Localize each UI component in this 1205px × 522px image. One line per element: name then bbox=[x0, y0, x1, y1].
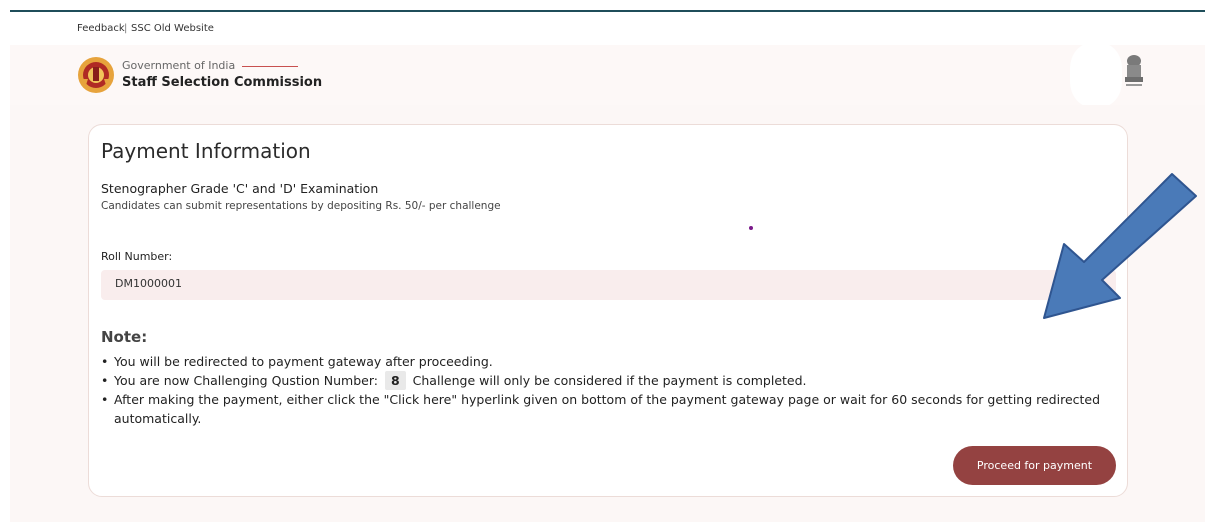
roll-number-label: Roll Number: bbox=[101, 250, 173, 263]
note-text-redirect: You will be redirected to payment gatewa… bbox=[114, 354, 493, 369]
top-rule bbox=[10, 10, 1205, 12]
top-utility-bar: Feedback | SSC Old Website bbox=[10, 13, 1205, 45]
page-title: Payment Information bbox=[101, 139, 311, 163]
annotation-arrow bbox=[1043, 173, 1197, 319]
note-text-question-pre: You are now Challenging Qustion Number: bbox=[114, 373, 378, 388]
staff-selection-commission-text: Staff Selection Commission bbox=[122, 75, 323, 90]
fee-note: Candidates can submit representations by… bbox=[101, 200, 501, 212]
note-heading: Note: bbox=[101, 328, 148, 346]
question-number-badge: 8 bbox=[384, 371, 406, 390]
org-decor-line bbox=[242, 66, 298, 67]
note-text-question-post: Challenge will only be considered if the… bbox=[412, 373, 807, 388]
ssc-logo-icon[interactable] bbox=[76, 55, 116, 95]
feedback-link[interactable]: Feedback bbox=[77, 23, 125, 34]
payment-card bbox=[88, 124, 1128, 497]
note-bullet-redirect: • You will be redirected to payment gatew… bbox=[101, 354, 493, 369]
screen-glare bbox=[1070, 43, 1122, 107]
note-text-after-payment-line2: automatically. bbox=[114, 411, 202, 426]
note-text-after-payment-line1: After making the payment, either click t… bbox=[114, 392, 1101, 407]
old-website-link[interactable]: SSC Old Website bbox=[131, 23, 214, 34]
link-separator: | bbox=[124, 23, 128, 34]
site-header: Government of India Staff Selection Comm… bbox=[10, 43, 1205, 107]
government-of-india-text: Government of India bbox=[122, 59, 236, 72]
proceed-for-payment-button[interactable]: Proceed for payment bbox=[953, 446, 1116, 485]
stray-dot bbox=[749, 226, 753, 230]
exam-name: Stenographer Grade 'C' and 'D' Examinati… bbox=[101, 181, 379, 196]
national-emblem-icon bbox=[1125, 55, 1143, 86]
note-bullet-question: • You are now Challenging Qustion Number:… bbox=[101, 371, 807, 390]
roll-number-field: DM1000001 bbox=[101, 270, 1116, 300]
note-bullet-after-payment: • After making the payment, either click … bbox=[101, 392, 1101, 426]
